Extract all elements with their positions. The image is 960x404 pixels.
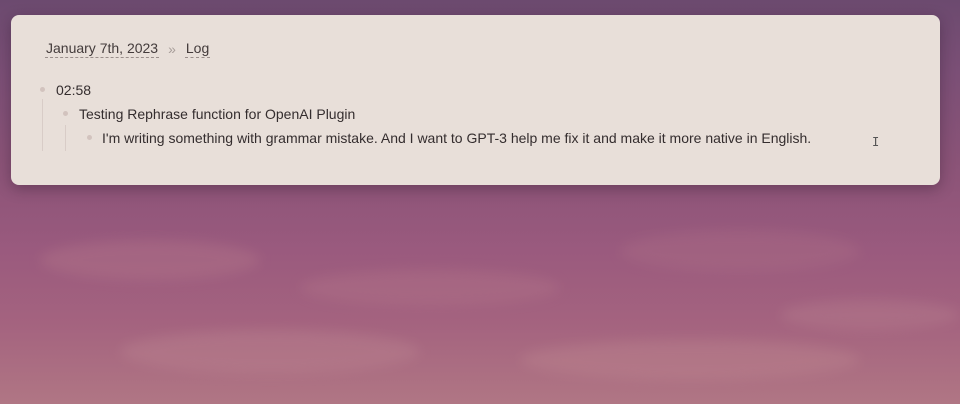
breadcrumb-section-link[interactable]: Log (184, 40, 211, 58)
breadcrumb-page-link[interactable]: January 7th, 2023 (45, 40, 160, 58)
block-bullet[interactable] (63, 111, 68, 116)
block-text-content[interactable]: I'm writing something with grammar mista… (102, 129, 811, 147)
block-guide-line (42, 99, 43, 151)
background-cloud (40, 240, 260, 280)
block-text-title[interactable]: Testing Rephrase function for OpenAI Plu… (79, 105, 355, 123)
block-bullet[interactable] (87, 135, 92, 140)
text-cursor-icon: I (872, 135, 880, 149)
journal-card: January 7th, 2023 » Log 02:58 Testing Re… (11, 15, 940, 185)
background-cloud (780, 300, 960, 330)
background-cloud (520, 340, 860, 380)
block-guide-line (65, 125, 66, 151)
background-cloud (620, 230, 860, 272)
background-cloud (120, 330, 420, 374)
background-cloud (300, 270, 560, 306)
block-bullet[interactable] (40, 87, 45, 92)
breadcrumb-separator: » (168, 41, 176, 57)
block-text-timestamp[interactable]: 02:58 (56, 81, 91, 99)
breadcrumb: January 7th, 2023 » Log (45, 40, 211, 58)
